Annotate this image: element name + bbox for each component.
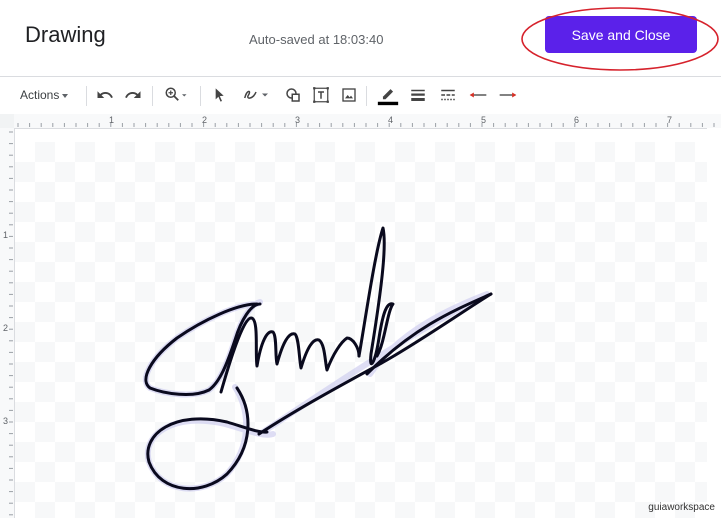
pen-color-button[interactable]	[374, 80, 402, 110]
horizontal-ruler: 1 2 3 4 5 6 7	[14, 114, 721, 129]
drawing-header: Drawing Auto-saved at 18:03:40 Save and …	[0, 0, 721, 76]
drawing-canvas[interactable]	[15, 142, 707, 518]
line-dash-button[interactable]	[436, 80, 460, 110]
page-title: Drawing	[25, 22, 106, 47]
redo-button[interactable]	[122, 80, 144, 110]
ruler-label: 3	[3, 416, 9, 426]
save-and-close-button[interactable]: Save and Close	[545, 16, 697, 53]
ruler-label: 2	[202, 115, 208, 125]
undo-button[interactable]	[94, 80, 116, 110]
pen-color-icon	[377, 89, 399, 106]
watermark: guiaworkspace	[648, 502, 715, 513]
zoom-icon	[165, 87, 187, 101]
ruler-label: 5	[481, 115, 487, 125]
line-tool-button[interactable]	[236, 80, 276, 110]
ruler-label: 6	[574, 115, 580, 125]
ruler-label: 1	[109, 115, 115, 125]
toolbar-divider	[200, 86, 201, 106]
ruler-label: 3	[295, 115, 301, 125]
toolbar: Actions	[0, 80, 721, 110]
toolbar-divider	[86, 86, 87, 106]
text-box-icon	[313, 87, 329, 103]
image-icon	[342, 88, 356, 102]
undo-icon	[97, 91, 113, 98]
zoom-button[interactable]	[160, 80, 192, 110]
ruler-corner	[0, 114, 14, 129]
horizontal-ruler-ticks	[17, 123, 715, 127]
line-weight-button[interactable]	[406, 80, 430, 110]
line-start-button[interactable]	[466, 80, 490, 110]
vertical-ruler: 1 2 3	[0, 128, 15, 518]
chevron-down-icon	[62, 93, 69, 98]
actions-label: Actions	[20, 88, 60, 102]
select-button[interactable]	[208, 80, 230, 110]
redo-icon	[125, 91, 141, 98]
line-icon	[244, 90, 268, 99]
header-divider	[0, 76, 721, 77]
actions-menu[interactable]: Actions	[20, 80, 69, 110]
line-end-icon	[499, 92, 517, 98]
shape-icon	[286, 88, 300, 102]
ruler-label: 2	[3, 323, 9, 333]
line-end-button[interactable]	[496, 80, 520, 110]
select-icon	[215, 88, 224, 102]
autosave-status: Auto-saved at 18:03:40	[249, 32, 384, 47]
signature-drawing[interactable]	[15, 142, 707, 518]
ruler-label: 1	[3, 230, 9, 240]
ruler-label: 7	[667, 115, 673, 125]
canvas-right-edge	[707, 128, 721, 518]
line-weight-icon	[411, 89, 425, 101]
line-start-icon	[469, 92, 487, 98]
image-button[interactable]	[338, 80, 360, 110]
toolbar-divider	[366, 86, 367, 106]
line-dash-icon	[441, 89, 455, 101]
text-box-button[interactable]	[310, 80, 332, 110]
toolbar-divider	[152, 86, 153, 106]
shape-button[interactable]	[282, 80, 304, 110]
ruler-label: 4	[388, 115, 394, 125]
